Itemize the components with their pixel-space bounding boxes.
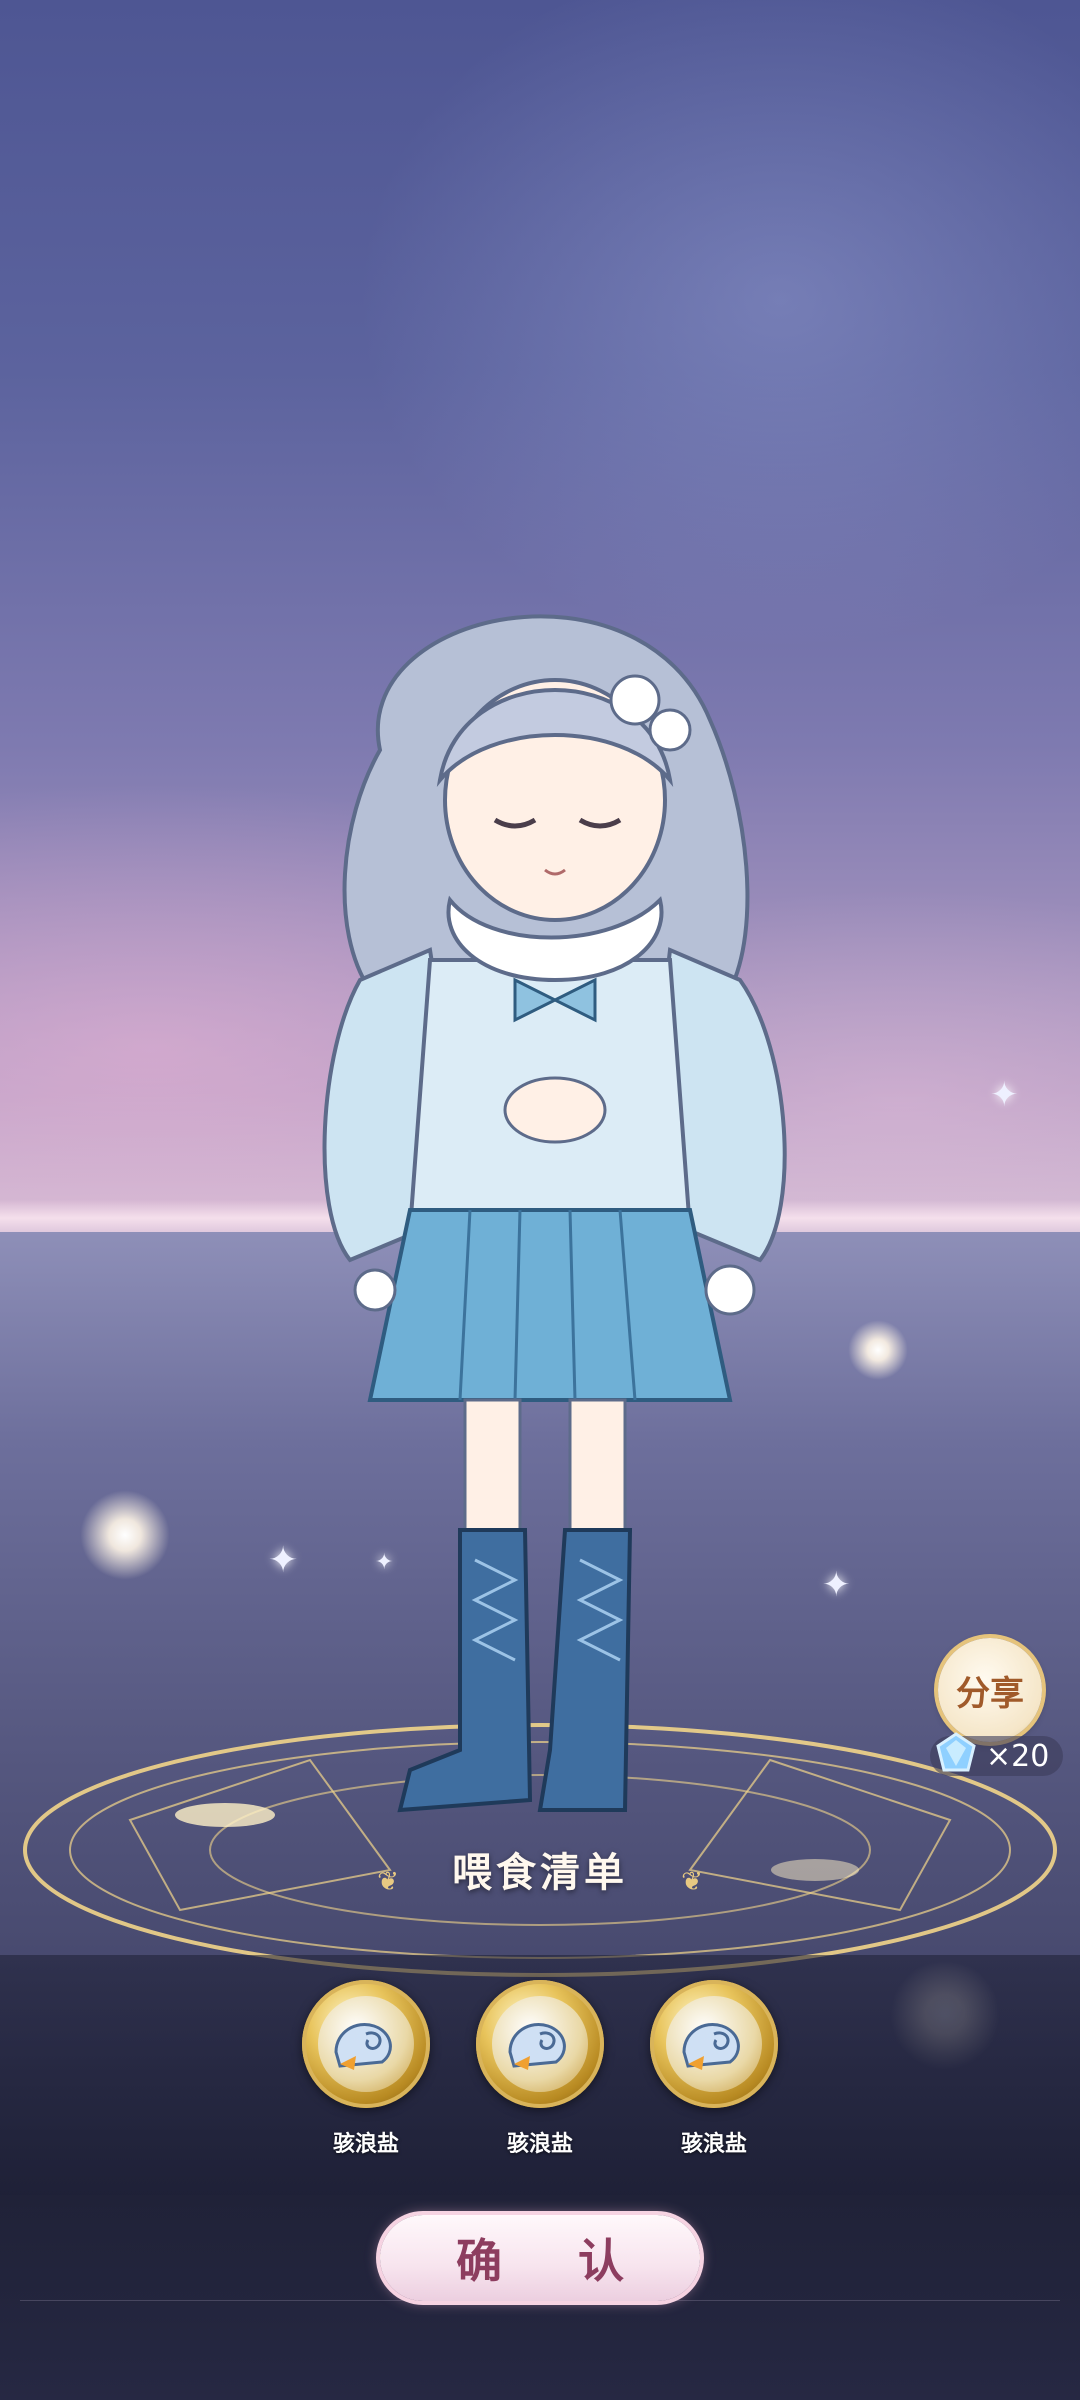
feed-item[interactable]: 骇浪盐 [474, 1980, 606, 2158]
character-sprite [322, 614, 787, 1813]
share-reward: ×20 [930, 1732, 1064, 1776]
leaf-ornament-icon: ❦ [377, 1866, 399, 1897]
item-name: 骇浪盐 [332, 2132, 399, 2157]
seaweed-salt-icon[interactable] [650, 1980, 778, 2108]
item-name: 骇浪盐 [506, 2132, 573, 2157]
feed-items: 骇浪盐 骇浪盐 骇浪盐 [0, 1980, 1080, 2158]
sparkle-icon: ✦ [990, 1075, 1019, 1115]
feed-item[interactable]: 骇浪盐 [648, 1980, 780, 2158]
feed-item[interactable]: 骇浪盐 [300, 1980, 432, 2158]
feed-list-header: ❦ 喂食清单 ❦ [0, 1840, 1080, 1898]
leaf-ornament-icon: ❦ [681, 1866, 703, 1897]
light-orb [848, 1320, 908, 1380]
light-orb [80, 1490, 170, 1580]
diamond-icon [936, 1732, 976, 1772]
feed-list-title: 喂食清单 [452, 1850, 628, 1896]
item-name: 骇浪盐 [680, 2132, 747, 2157]
share-button[interactable]: 分享 [938, 1638, 1042, 1742]
seaweed-salt-icon[interactable] [476, 1980, 604, 2108]
reward-amount: ×20 [986, 1738, 1050, 1774]
confirm-button[interactable]: 确 认 [380, 2215, 700, 2301]
seaweed-salt-icon[interactable] [302, 1980, 430, 2108]
sparkle-icon: ✦ [822, 1565, 851, 1605]
